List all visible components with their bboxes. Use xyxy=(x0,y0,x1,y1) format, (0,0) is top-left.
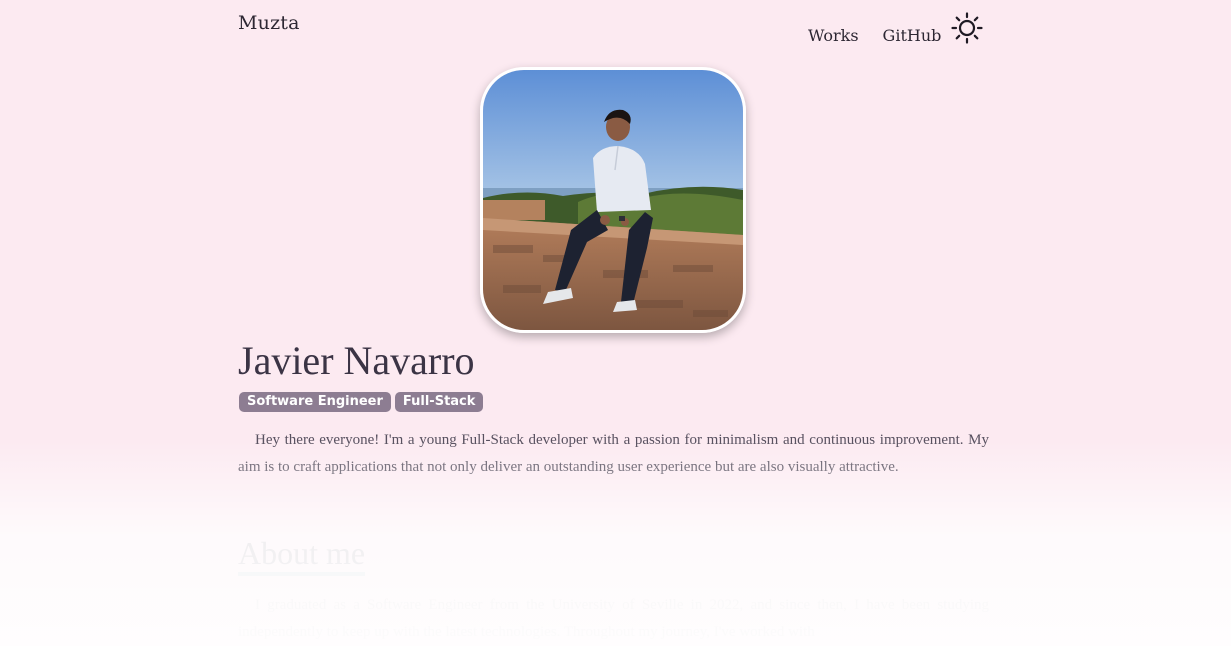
page: Muzta Works GitHub Javier Navarro Softwa… xyxy=(0,0,1231,646)
tag-software-engineer: Software Engineer xyxy=(239,392,391,412)
profile-tags: Software Engineer Full-Stack xyxy=(239,392,484,412)
nav-works-link[interactable]: Works xyxy=(808,26,859,45)
intro-paragraph: Hey there everyone! I'm a young Full-Sta… xyxy=(238,432,989,475)
about-heading: About me xyxy=(238,534,366,576)
profile-photo xyxy=(480,67,746,333)
profile-name: Javier Navarro xyxy=(238,338,475,383)
theme-toggle-button[interactable] xyxy=(951,12,983,44)
sun-icon xyxy=(951,12,983,44)
brand-logo[interactable]: Muzta xyxy=(238,12,300,34)
tag-full-stack: Full-Stack xyxy=(394,392,484,412)
main-nav: Works GitHub xyxy=(808,26,941,45)
about-paragraph: I graduated as a Software Engineer from … xyxy=(238,597,989,640)
nav-github-link[interactable]: GitHub xyxy=(883,26,942,45)
